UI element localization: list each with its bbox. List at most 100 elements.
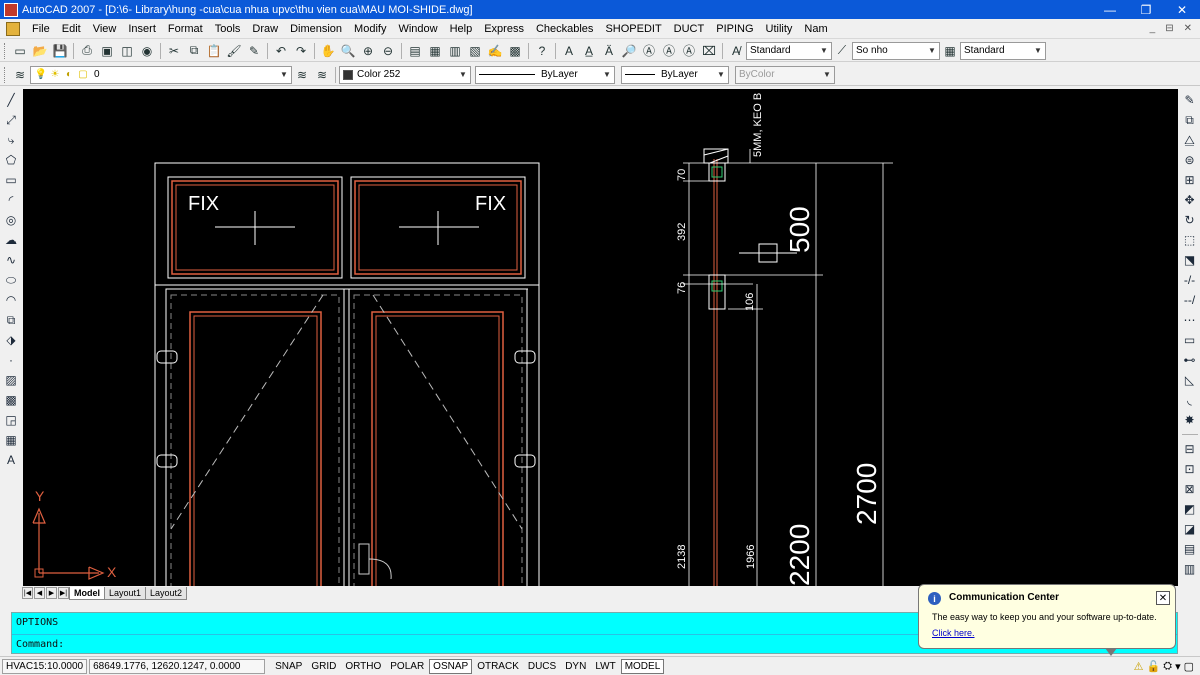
fillet-icon[interactable]: ◟: [1181, 391, 1199, 409]
extend-icon[interactable]: --/: [1181, 291, 1199, 309]
command-prompt[interactable]: Command:: [16, 639, 64, 650]
prev-tab-icon[interactable]: ◀: [34, 587, 45, 599]
menu-view[interactable]: View: [87, 23, 123, 35]
osnap-toggle[interactable]: OSNAP: [429, 658, 473, 674]
menu-checkables[interactable]: Checkables: [530, 23, 599, 35]
justify-text-icon[interactable]: Ⓐ: [680, 42, 698, 60]
rectangle-icon[interactable]: ▭: [2, 171, 20, 189]
last-tab-icon[interactable]: ▶|: [58, 587, 69, 599]
menu-format[interactable]: Format: [162, 23, 209, 35]
insert-block-icon[interactable]: ⧉: [2, 311, 20, 329]
dim-style-select[interactable]: So nho ▼: [852, 41, 940, 60]
menu-help[interactable]: Help: [444, 23, 479, 35]
markup-icon[interactable]: ✍: [486, 42, 504, 60]
paste-icon[interactable]: 📋: [205, 42, 223, 60]
model-toggle[interactable]: MODEL: [620, 658, 665, 674]
spell-check-icon[interactable]: 🔎: [620, 42, 638, 60]
revision-cloud-icon[interactable]: ☁: [2, 231, 20, 249]
new-icon[interactable]: ▭: [11, 42, 29, 60]
table-style-manager-icon[interactable]: ▦: [941, 42, 959, 60]
multiline-text-icon[interactable]: A: [2, 451, 20, 469]
first-tab-icon[interactable]: |◀: [22, 587, 33, 599]
point-icon[interactable]: ·: [2, 351, 20, 369]
dyn-toggle[interactable]: DYN: [561, 659, 590, 674]
dim-style-manager-icon[interactable]: ⟋: [833, 42, 851, 60]
linetype-select[interactable]: ByLayer ▼: [475, 65, 615, 84]
menu-insert[interactable]: Insert: [122, 23, 162, 35]
ducs-toggle[interactable]: DUCS: [524, 659, 560, 674]
maximize-button[interactable]: ❐: [1128, 0, 1164, 19]
tool-palettes-icon[interactable]: ▥: [446, 42, 464, 60]
layer-manager-icon[interactable]: ≋: [11, 66, 29, 84]
explode-icon[interactable]: ✸: [1181, 411, 1199, 429]
design-center-icon[interactable]: ▦: [426, 42, 444, 60]
tray-menu-icon[interactable]: ▾: [1175, 660, 1181, 673]
line-icon[interactable]: ╱: [2, 91, 20, 109]
offset-icon[interactable]: ⊜: [1181, 151, 1199, 169]
communication-center-balloon[interactable]: i Communication Center ✕ The easy way to…: [918, 584, 1176, 656]
ellipse-icon[interactable]: ⬭: [2, 271, 20, 289]
lwt-toggle[interactable]: LWT: [591, 659, 619, 674]
grid-toggle[interactable]: GRID: [307, 659, 340, 674]
menu-nam[interactable]: Nam: [798, 23, 833, 35]
chamfer-icon[interactable]: ◺: [1181, 371, 1199, 389]
join-icon[interactable]: ⊷: [1181, 351, 1199, 369]
break-at-point-icon[interactable]: ⋯: [1181, 311, 1199, 329]
break-icon[interactable]: ▭: [1181, 331, 1199, 349]
autocad-app-icon[interactable]: [4, 2, 18, 17]
menu-modify[interactable]: Modify: [348, 23, 392, 35]
ortho-toggle[interactable]: ORTHO: [341, 659, 385, 674]
text-style-icon[interactable]: Ⓐ: [640, 42, 658, 60]
layer-previous-icon[interactable]: ≋: [313, 66, 331, 84]
tab-layout1[interactable]: Layout1: [104, 586, 147, 600]
rotate-icon[interactable]: ↻: [1181, 211, 1199, 229]
drawing-area[interactable]: FIX FIX 5MM, KEO B 70 392 76 106 2138 19…: [23, 89, 1178, 586]
lineweight-select[interactable]: ByLayer ▼: [621, 65, 729, 84]
minimize-button[interactable]: —: [1092, 0, 1128, 19]
coordinates-field[interactable]: 68649.1776, 12620.1247, 0.0000: [89, 658, 266, 674]
menu-utility[interactable]: Utility: [760, 23, 799, 35]
list-icon[interactable]: ▤: [1181, 540, 1199, 558]
construction-line-icon[interactable]: ⤢: [2, 111, 20, 129]
snap-toggle[interactable]: SNAP: [271, 659, 306, 674]
hatch-icon[interactable]: ▨: [2, 371, 20, 389]
match-properties-icon[interactable]: 🖌: [225, 42, 243, 60]
tab-layout2[interactable]: Layout2: [145, 586, 188, 600]
next-tab-icon[interactable]: ▶: [46, 587, 57, 599]
3d-dwf-icon[interactable]: ◉: [138, 42, 156, 60]
array-icon[interactable]: ⊞: [1181, 171, 1199, 189]
toolbar-grip[interactable]: [4, 66, 7, 83]
area-icon[interactable]: ◪: [1181, 520, 1199, 538]
layer-select[interactable]: 💡 ☀ ◐ ▢ 0 ▼: [30, 65, 292, 84]
lock-icon[interactable]: 🔓: [1147, 660, 1161, 673]
polyline-icon[interactable]: ⤷: [2, 131, 20, 149]
block-editor-icon[interactable]: ✎: [245, 42, 263, 60]
save-icon[interactable]: 💾: [51, 42, 69, 60]
id-point-icon[interactable]: ▥: [1181, 560, 1199, 578]
balloon-link[interactable]: Click here.: [932, 628, 975, 638]
publish-icon[interactable]: ◫: [118, 42, 136, 60]
menu-dimension[interactable]: Dimension: [284, 23, 348, 35]
balloon-close-button[interactable]: ✕: [1156, 591, 1170, 605]
make-block-icon[interactable]: ⬗: [2, 331, 20, 349]
menu-draw[interactable]: Draw: [246, 23, 284, 35]
scale-text-icon[interactable]: Ⓐ: [660, 42, 678, 60]
stretch-icon[interactable]: ⬔: [1181, 251, 1199, 269]
menu-file[interactable]: File: [26, 23, 56, 35]
region-icon[interactable]: ◲: [2, 411, 20, 429]
table-icon[interactable]: ▦: [2, 431, 20, 449]
menu-tools[interactable]: Tools: [209, 23, 247, 35]
toolbar-grip[interactable]: [4, 42, 7, 59]
clean-screen-icon[interactable]: ▢: [1184, 660, 1194, 673]
otrack-toggle[interactable]: OTRACK: [473, 659, 523, 674]
sheet-set-icon[interactable]: ▧: [466, 42, 484, 60]
doc-restore-button[interactable]: ⊟: [1165, 23, 1173, 34]
plot-icon[interactable]: ⎙: [78, 42, 96, 60]
menu-express[interactable]: Express: [478, 23, 530, 35]
find-text-icon[interactable]: Ä: [600, 42, 618, 60]
ellipse-arc-icon[interactable]: ◠: [2, 291, 20, 309]
open-icon[interactable]: 📂: [31, 42, 49, 60]
polygon-icon[interactable]: ⬠: [2, 151, 20, 169]
redo-icon[interactable]: ↷: [292, 42, 310, 60]
zoom-window-icon[interactable]: ⊕: [359, 42, 377, 60]
